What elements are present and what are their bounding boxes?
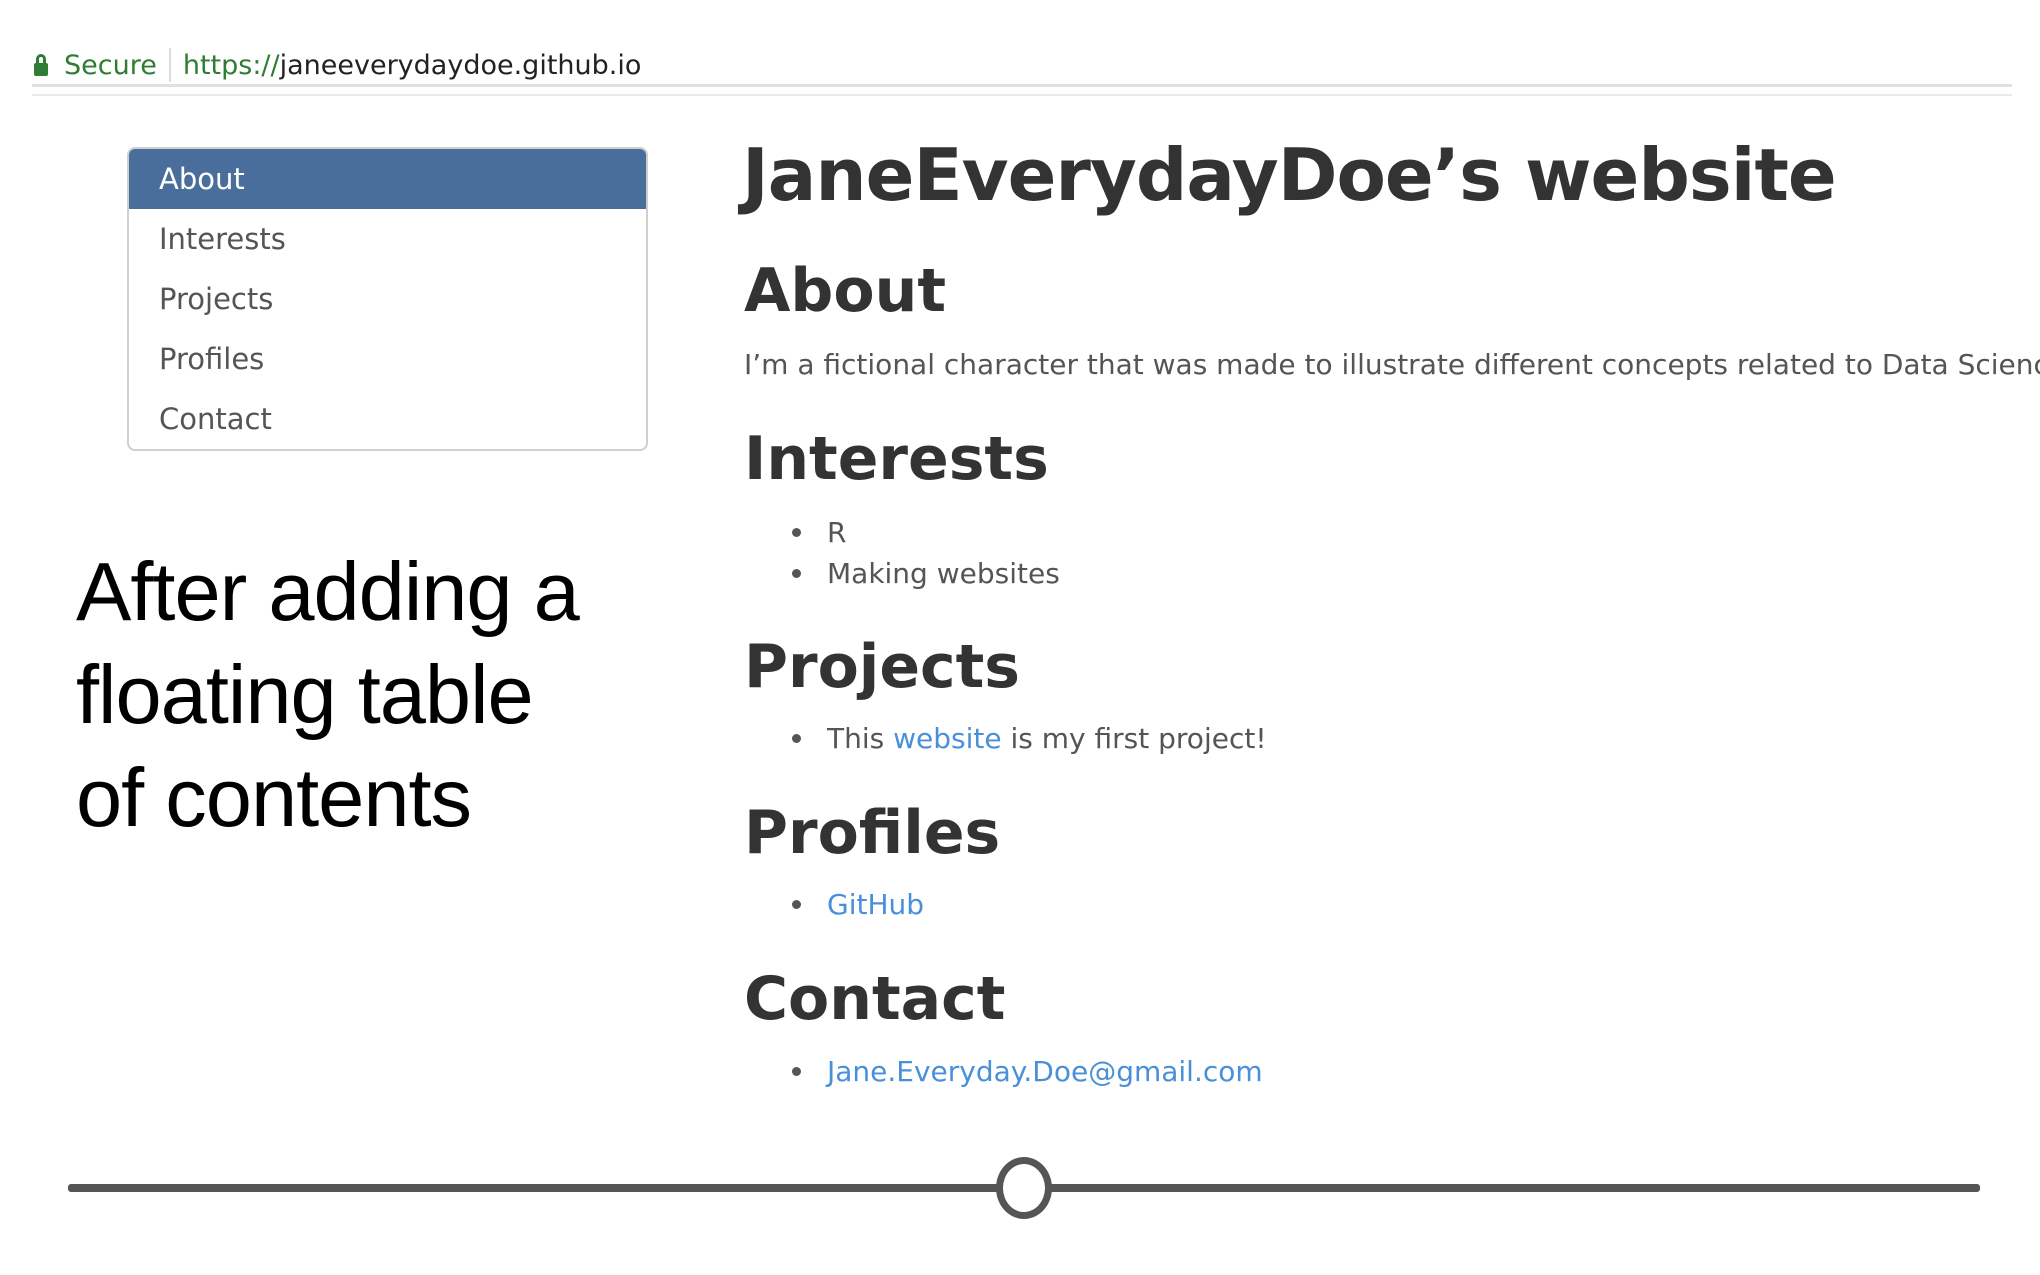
annotation-line: of contents <box>76 751 472 844</box>
toc-item-profiles[interactable]: Profiles <box>129 329 646 389</box>
section-heading-contact: Contact <box>744 964 1006 1034</box>
address-divider <box>168 48 171 82</box>
section-heading-projects: Projects <box>744 632 1021 702</box>
list-item: R <box>792 516 846 549</box>
github-link[interactable]: GitHub <box>827 888 924 921</box>
bullet-icon <box>792 528 801 537</box>
toc-item-interests[interactable]: Interests <box>129 209 646 269</box>
about-text: I’m a fictional character that was made … <box>744 348 2040 381</box>
list-item: This website is my first project! <box>792 722 1267 755</box>
toc-item-label: Profiles <box>159 342 265 376</box>
lock-icon <box>34 54 48 76</box>
interest-item: Making websites <box>827 557 1060 590</box>
section-heading-interests: Interests <box>744 424 1049 494</box>
bullet-icon <box>792 569 801 578</box>
table-of-contents: About Interests Projects Profiles Contac… <box>127 147 648 451</box>
url-host[interactable]: janeeverydaydoe.github.io <box>280 50 642 81</box>
list-item: Jane.Everyday.Doe@gmail.com <box>792 1055 1263 1088</box>
project-suffix: is my first project! <box>1001 722 1267 755</box>
slider-handle[interactable] <box>996 1157 1052 1219</box>
project-text: This website is my first project! <box>827 722 1267 755</box>
website-link[interactable]: website <box>893 722 1001 755</box>
annotation-caption: After adding a floating table of content… <box>76 540 676 849</box>
comparison-slider[interactable] <box>68 1150 1980 1230</box>
email-link[interactable]: Jane.Everyday.Doe@gmail.com <box>827 1055 1263 1088</box>
list-item: GitHub <box>792 888 924 921</box>
annotation-line: floating table <box>76 648 534 741</box>
toc-item-label: Interests <box>159 222 286 256</box>
bullet-icon <box>792 734 801 743</box>
toc-item-projects[interactable]: Projects <box>129 269 646 329</box>
toc-item-contact[interactable]: Contact <box>129 389 646 449</box>
page-title: JaneEverydayDoe’s website <box>742 133 1837 217</box>
project-prefix: This <box>827 722 894 755</box>
toc-item-label: Projects <box>159 282 274 316</box>
toolbar-divider <box>32 84 2012 96</box>
interest-item: R <box>827 516 847 549</box>
bullet-icon <box>792 900 801 909</box>
bullet-icon <box>792 1067 801 1076</box>
toc-item-label: Contact <box>159 402 272 436</box>
secure-label: Secure <box>64 49 157 81</box>
toc-item-about[interactable]: About <box>129 149 646 209</box>
section-heading-profiles: Profiles <box>744 798 1001 868</box>
list-item: Making websites <box>792 557 1060 590</box>
toc-item-label: About <box>159 162 245 196</box>
section-heading-about: About <box>744 256 947 326</box>
annotation-line: After adding a <box>76 545 580 638</box>
url-scheme[interactable]: https:// <box>183 50 280 81</box>
